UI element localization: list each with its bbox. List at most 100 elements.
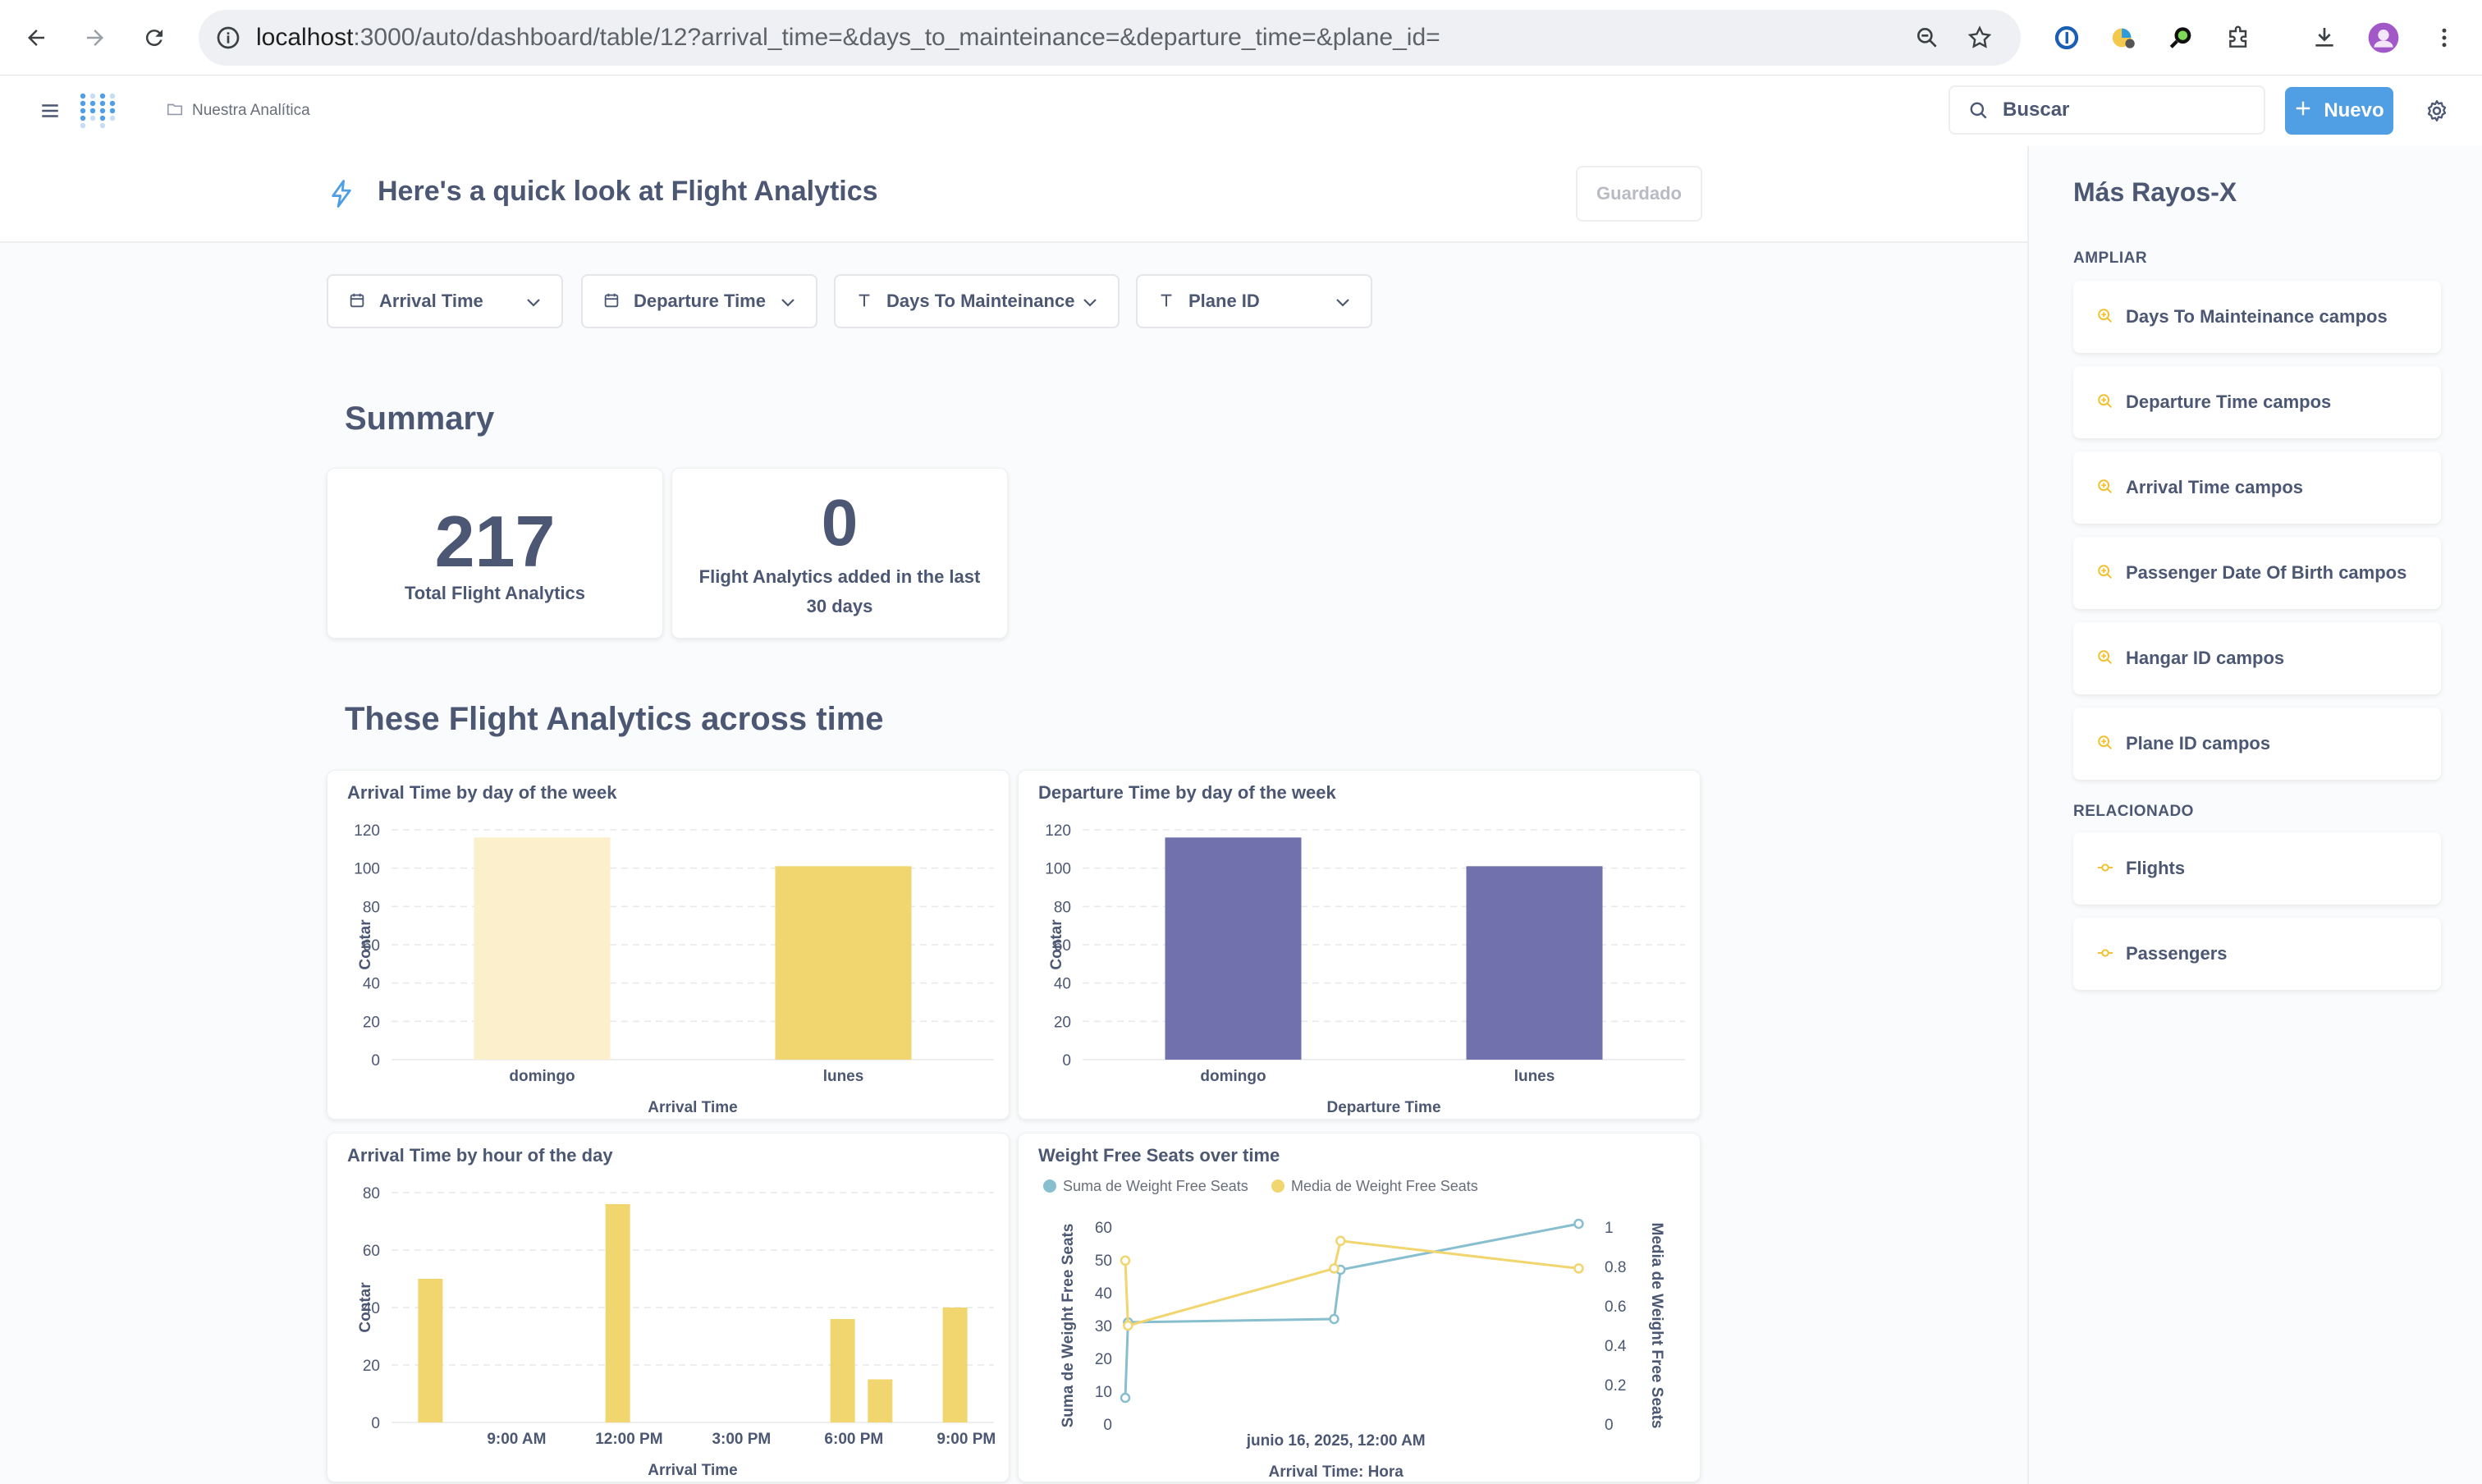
data-point xyxy=(1335,1235,1346,1247)
across-time-heading: These Flight Analytics across time xyxy=(345,701,884,737)
settings-gear-icon[interactable] xyxy=(2425,98,2449,127)
y-axis-label: Contar xyxy=(357,1282,374,1333)
related-heading: RELACIONADO xyxy=(2073,803,2194,820)
x-tick-label: 12:00 PM xyxy=(595,1431,662,1448)
sidebar-item-label: Passengers xyxy=(2126,943,2228,964)
y-tick-label: 40 xyxy=(363,976,380,993)
bar xyxy=(775,866,912,1060)
filter-days-to-mainteinance[interactable]: Days To Mainteinance xyxy=(834,274,1120,328)
sidebar-expand-item[interactable]: Arrival Time campos xyxy=(2073,451,2441,524)
arrival-by-day-chart: 020406080100120domingo lunesArrival TimeC… xyxy=(354,822,994,1116)
y-right-tick-label: 0 xyxy=(1605,1417,1614,1434)
filter-departure-time[interactable]: Departure Time xyxy=(581,274,817,328)
search-input[interactable]: Buscar xyxy=(1949,85,2265,135)
bar xyxy=(418,1279,443,1422)
browser-menu-icon[interactable] xyxy=(2425,18,2464,57)
bar xyxy=(868,1379,893,1422)
back-icon[interactable] xyxy=(16,18,56,57)
extension-theme-icon[interactable] xyxy=(2104,18,2144,57)
extension-search-icon[interactable] xyxy=(2162,18,2201,57)
y-tick-label: 80 xyxy=(363,1185,380,1202)
metabase-logo-icon[interactable] xyxy=(79,92,117,135)
xray-bolt-icon xyxy=(328,179,355,213)
sidebar-expand-item[interactable]: Hangar ID campos xyxy=(2073,622,2441,694)
y-tick-label: 100 xyxy=(354,861,380,878)
y-tick-label: 40 xyxy=(1054,976,1071,993)
total-count-card[interactable]: 217 Total Flight Analytics xyxy=(327,468,663,639)
y-axis-label: Contar xyxy=(1048,919,1065,970)
download-icon[interactable] xyxy=(2305,18,2344,57)
y-tick-label: 120 xyxy=(354,822,380,840)
zoom-in-icon xyxy=(2096,648,2114,671)
weight-free-seats-chart: Suma de Weight Free Seats Media de Weight… xyxy=(1043,1178,1665,1481)
x-tick-label: lunes xyxy=(823,1068,864,1085)
page-title-bar: Here's a quick look at Flight Analytics … xyxy=(0,146,2027,243)
departure-by-day-chart: 020406080100120domingo lunesDeparture Tim… xyxy=(1045,822,1685,1116)
zoom-in-icon xyxy=(2096,478,2114,500)
extensions-puzzle-icon[interactable] xyxy=(2219,18,2259,57)
saved-button[interactable]: Guardado xyxy=(1576,166,1702,222)
zoom-in-icon xyxy=(2096,392,2114,415)
data-point xyxy=(1123,1320,1133,1331)
related-link-icon xyxy=(2096,859,2114,881)
y-left-tick-label: 20 xyxy=(1095,1351,1112,1368)
x-tick-label: 9:00 AM xyxy=(487,1431,546,1448)
dashboard-main: Arrival Time Departure Time Days To Main… xyxy=(0,243,2027,1484)
y-left-tick-label: 10 xyxy=(1095,1384,1112,1401)
y-right-tick-label: 0.2 xyxy=(1605,1377,1626,1395)
bookmark-star-icon[interactable] xyxy=(1967,25,1993,55)
y-left-tick-label: 60 xyxy=(1095,1220,1112,1237)
y-left-tick-label: 50 xyxy=(1095,1253,1112,1270)
search-placeholder: Buscar xyxy=(2003,98,2070,121)
y-right-axis-label: Media de Weight Free Seats xyxy=(1648,1223,1665,1429)
chart-card-weight-free-seats[interactable]: Weight Free Seats over time Suma de Weig… xyxy=(1018,1133,1701,1482)
chart-card-arrival-by-hour[interactable]: Arrival Time by hour of the day 0 20 40 60 8… xyxy=(327,1133,1010,1482)
site-info-icon[interactable] xyxy=(215,25,241,55)
chart-card-arrival-by-day[interactable]: Arrival Time by day of the week 0 20 40 60 8… xyxy=(327,770,1010,1120)
y-right-tick-label: 0.8 xyxy=(1605,1259,1626,1276)
sidebar-item-label: Hangar ID campos xyxy=(2126,648,2285,668)
url-text[interactable]: localhost:3000/auto/dashboard/table/12?a… xyxy=(256,10,1440,66)
y-tick-label: 0 xyxy=(371,1052,380,1069)
url-host: localhost xyxy=(256,24,354,51)
data-point xyxy=(1329,1263,1339,1274)
forward-icon[interactable] xyxy=(76,18,115,57)
password-manager-icon[interactable] xyxy=(2047,18,2086,57)
chevron-down-icon xyxy=(778,292,798,317)
series-line xyxy=(1124,1222,1579,1399)
zoom-icon[interactable] xyxy=(1914,25,1940,55)
filter-arrival-time[interactable]: Arrival Time xyxy=(327,274,563,328)
sidebar-expand-item[interactable]: Days To Mainteinance campos xyxy=(2073,281,2441,353)
reload-icon[interactable] xyxy=(135,18,174,57)
sidebar-item-label: Days To Mainteinance campos xyxy=(2126,306,2388,327)
sidebar-expand-item[interactable]: Departure Time campos xyxy=(2073,366,2441,438)
new-button[interactable]: Nuevo xyxy=(2285,87,2393,135)
y-tick-label: 120 xyxy=(1045,822,1071,840)
recent-count-card[interactable]: 0 Flight Analytics added in the last 30 … xyxy=(671,468,1008,639)
y-tick-label: 20 xyxy=(363,1014,380,1031)
expand-heading: AMPLIAR xyxy=(2073,250,2148,267)
bar xyxy=(1165,837,1302,1060)
x-tick-label: 9:00 PM xyxy=(936,1431,996,1448)
new-button-label: Nuevo xyxy=(2324,99,2384,121)
x-tick-label: domingo xyxy=(509,1068,575,1085)
y-right-tick-label: 0.4 xyxy=(1605,1338,1627,1355)
data-point xyxy=(1120,1255,1131,1266)
legend-swatch xyxy=(1043,1179,1056,1193)
sidebar-item-label: Plane ID campos xyxy=(2126,733,2271,753)
hamburger-menu-icon[interactable] xyxy=(39,100,61,126)
x-axis-label: Departure Time xyxy=(1326,1099,1440,1116)
text-icon xyxy=(1157,291,1175,314)
sidebar-expand-item[interactable]: Plane ID campos xyxy=(2073,708,2441,780)
y-tick-label: 20 xyxy=(363,1358,380,1375)
chart-card-departure-by-day[interactable]: Departure Time by day of the week 0 20 40 6… xyxy=(1018,770,1701,1120)
breadcrumb-collection[interactable]: Nuestra Analítica xyxy=(192,102,310,120)
sidebar-related-item[interactable]: Passengers xyxy=(2073,918,2441,990)
y-tick-label: 60 xyxy=(363,1243,380,1260)
address-bar[interactable]: localhost:3000/auto/dashboard/table/12?a… xyxy=(199,10,2021,66)
y-right-tick-label: 1 xyxy=(1605,1220,1614,1237)
profile-avatar-icon[interactable] xyxy=(2364,18,2403,57)
sidebar-related-item[interactable]: Flights xyxy=(2073,832,2441,905)
filter-plane-id[interactable]: Plane ID xyxy=(1136,274,1372,328)
sidebar-expand-item[interactable]: Passenger Date Of Birth campos xyxy=(2073,537,2441,609)
